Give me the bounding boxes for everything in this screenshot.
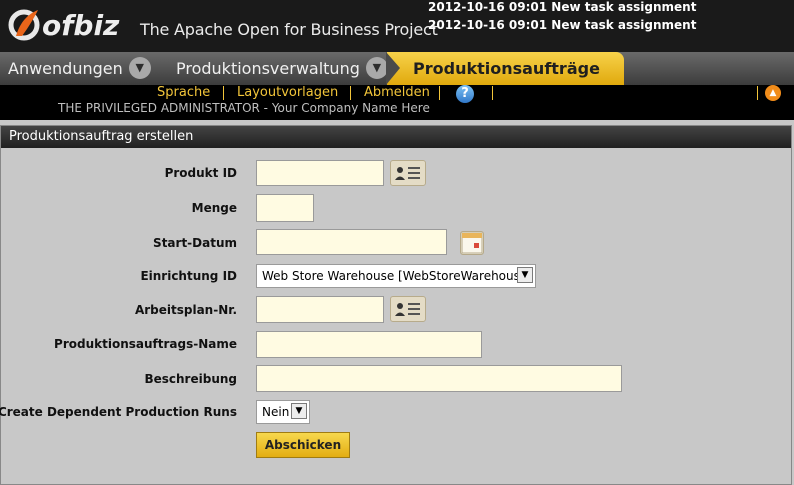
tagline: The Apache Open for Business Project bbox=[140, 20, 438, 39]
lookup-icon[interactable] bbox=[390, 296, 426, 322]
user-company-text: THE PRIVILEGED ADMINISTRATOR - Your Comp… bbox=[58, 101, 430, 115]
divider bbox=[350, 86, 351, 100]
arbeitsplan-nr-input[interactable] bbox=[256, 296, 384, 323]
label-produktionsauftrags-name: Produktionsauftrags-Name bbox=[54, 337, 237, 351]
abschicken-button[interactable]: Abschicken bbox=[256, 432, 350, 458]
tab-produktionsauftraege[interactable]: Produktionsaufträge bbox=[386, 52, 624, 85]
tab-label: Anwendungen bbox=[8, 59, 123, 78]
link-layoutvorlagen[interactable]: Layoutvorlagen bbox=[237, 85, 338, 100]
logo-text: ofbiz bbox=[42, 9, 120, 42]
active-tab-label: Produktionsaufträge bbox=[413, 59, 600, 78]
einrichtung-id-select[interactable]: Web Store Warehouse [WebStoreWarehouse] … bbox=[256, 264, 536, 288]
chevron-down-icon[interactable]: ▼ bbox=[365, 56, 388, 79]
notification-item[interactable]: 2012-10-16 09:01 New task assignment bbox=[428, 16, 696, 34]
select-value: Web Store Warehouse [WebStoreWarehouse] bbox=[262, 269, 532, 283]
calendar-icon[interactable] bbox=[460, 231, 484, 255]
divider bbox=[439, 86, 440, 100]
link-abmelden[interactable]: Abmelden bbox=[364, 85, 430, 100]
chevron-up-icon[interactable]: ▲ bbox=[765, 85, 781, 101]
label-arbeitsplan-nr: Arbeitsplan-Nr. bbox=[134, 303, 237, 317]
beschreibung-input[interactable] bbox=[256, 365, 622, 392]
divider bbox=[492, 86, 493, 100]
tab-label: Produktionsverwaltung bbox=[176, 59, 360, 78]
link-sprache[interactable]: Sprache bbox=[157, 85, 210, 100]
select-value: Nein bbox=[262, 405, 290, 419]
chevron-down-icon[interactable]: ▼ bbox=[517, 267, 533, 283]
lookup-icon[interactable] bbox=[390, 160, 426, 186]
create-dependent-select[interactable]: Nein ▼ bbox=[256, 400, 310, 424]
produkt-id-input[interactable] bbox=[256, 160, 384, 186]
tab-anwendungen[interactable]: Anwendungen ▼ bbox=[8, 52, 151, 85]
tab-produktionsverwaltung[interactable]: Produktionsverwaltung ▼ bbox=[176, 52, 388, 85]
app-header: ofbiz The Apache Open for Business Proje… bbox=[0, 0, 794, 52]
help-icon[interactable]: ? bbox=[456, 85, 474, 103]
label-start-datum: Start-Datum bbox=[153, 236, 237, 250]
label-produkt-id: Produkt ID bbox=[164, 166, 237, 180]
chevron-down-icon[interactable]: ▼ bbox=[291, 403, 307, 419]
notifications: 2012-10-16 09:01 New task assignment 201… bbox=[428, 0, 696, 34]
divider bbox=[223, 86, 224, 100]
divider bbox=[757, 86, 758, 100]
label-menge: Menge bbox=[191, 201, 237, 215]
label-einrichtung-id: Einrichtung ID bbox=[140, 269, 237, 283]
menge-input[interactable] bbox=[256, 194, 314, 222]
ofbiz-logo[interactable]: ofbiz bbox=[8, 6, 123, 44]
tab-notch bbox=[386, 52, 400, 85]
notification-item[interactable]: 2012-10-16 09:01 New task assignment bbox=[428, 0, 696, 16]
start-datum-input[interactable] bbox=[256, 229, 447, 255]
form-title: Produktionsauftrag erstellen bbox=[1, 126, 791, 148]
sub-navigation: Sprache Layoutvorlagen Abmelden ? ▲ THE … bbox=[0, 85, 794, 120]
chevron-down-icon[interactable]: ▼ bbox=[128, 56, 151, 79]
label-create-dependent: Create Dependent Production Runs bbox=[0, 405, 237, 419]
label-beschreibung: Beschreibung bbox=[144, 372, 237, 386]
produktionsauftrags-name-input[interactable] bbox=[256, 331, 482, 358]
